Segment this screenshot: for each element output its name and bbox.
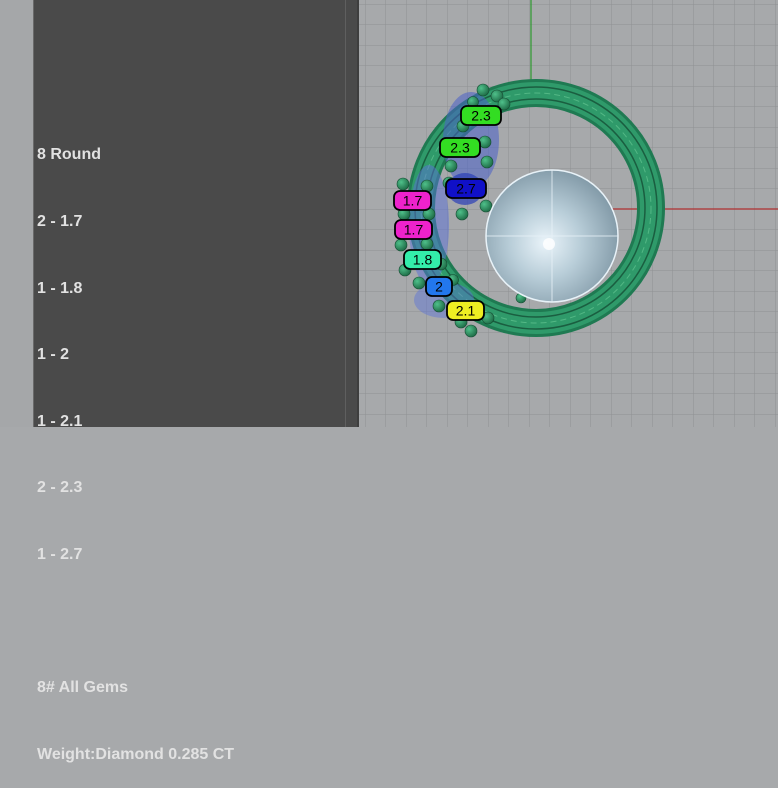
gem-label-6: 1.8 (403, 249, 442, 270)
panel-divider (345, 0, 346, 427)
gem-label-text: 2.3 (471, 108, 491, 124)
center-pearl (485, 169, 619, 303)
info-line-gem-count: 8 Round (37, 146, 101, 164)
gem-label-text: 1.8 (413, 252, 433, 268)
gem-info-text: 8 Round 2 - 1.7 1 - 1.8 1 - 2 1 - 2.1 2 … (37, 100, 234, 788)
gem-label-text: 2.3 (450, 140, 470, 156)
gem-label-4: 1.7 (393, 190, 432, 211)
gem-label-7: 2 (425, 276, 453, 297)
gem-label-text: 1.7 (403, 193, 423, 209)
gem-label-text: 2.7 (456, 181, 476, 197)
info-line-size: 2 - 2.3 (37, 479, 83, 497)
info-line-size: 1 - 1.8 (37, 279, 83, 297)
gem-label-text: 1.7 (404, 222, 424, 238)
gem-label-5: 1.7 (394, 219, 433, 240)
info-line-size: 1 - 2.1 (37, 412, 83, 430)
gem-label-text: 2 (435, 279, 443, 295)
gem-label-1: 2.3 (460, 105, 502, 126)
gem-label-3: 2.7 (445, 178, 487, 199)
info-line-size: 1 - 2.7 (37, 545, 83, 563)
info-blank-line (37, 611, 234, 633)
gem-label-text: 2.1 (456, 303, 476, 319)
viewport-canvas[interactable]: 2.32.3 2.7 1.7 1.7 1.82 2.1 (359, 0, 778, 427)
3d-viewport[interactable]: 2.3 2.3 2.7 1.7 1.7 1.8 2 2.1 (359, 0, 778, 427)
info-line-size: 2 - 1.7 (37, 213, 83, 230)
info-line-weight: Weight:Diamond 0.285 CT (37, 745, 235, 763)
info-line-gem-summary: 8# All Gems (37, 679, 129, 697)
gem-label-2: 2.3 (439, 137, 481, 158)
left-viewport-strip (0, 0, 33, 427)
info-line-size: 1 - 2 (37, 346, 70, 364)
gem-label-8: 2.1 (446, 300, 485, 321)
